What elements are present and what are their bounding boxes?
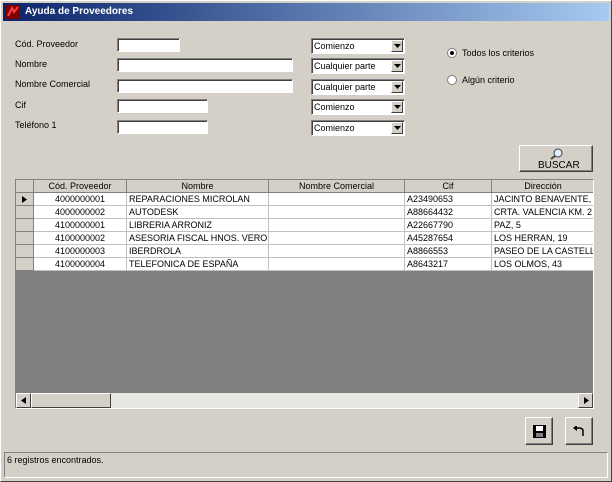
cell-direccion[interactable]: LOS HERRAN, 19 [492,232,593,245]
nombre-comercial-mode-select[interactable]: Cualquier parte [311,79,405,95]
cell-cif[interactable]: A45287654 [405,232,492,245]
row-indicator[interactable] [16,245,34,258]
window-title: Ayuda de Proveedores [25,6,134,17]
cell-nombre-comercial[interactable] [269,219,405,232]
radio-any-criteria[interactable] [447,75,457,85]
row-indicator[interactable] [16,219,34,232]
cod-proveedor-mode-value: Comienzo [314,41,355,51]
cell-cif[interactable]: A22667790 [405,219,492,232]
column-header-nombre[interactable]: Nombre [127,180,269,193]
undo-button[interactable] [565,417,593,445]
chevron-down-icon[interactable] [391,60,403,72]
nombre-mode-value: Cualquier parte [314,61,376,71]
status-text: 6 registros encontrados. [7,455,104,465]
cell-nombre[interactable]: AUTODESK [127,206,269,219]
cell-cif[interactable]: A88664432 [405,206,492,219]
cell-direccion[interactable]: CRTA. VALENCIA KM. 2 [492,206,593,219]
cell-direccion[interactable]: PASEO DE LA CASTELLANA [492,245,593,258]
radio-any-criteria-label: Algún criterio [462,75,515,85]
row-indicator[interactable] [16,258,34,271]
cell-direccion[interactable]: PAZ, 5 [492,219,593,232]
cell-cod[interactable]: 4100000002 [34,232,127,245]
radio-all-criteria[interactable] [447,48,457,58]
cod-proveedor-label: Cód. Proveedor [15,39,79,49]
current-row-arrow-icon [22,196,27,203]
scroll-left-button[interactable] [16,393,31,408]
cell-nombre[interactable]: REPARACIONES MICROLAN [127,193,269,206]
cif-label: Cif [15,100,26,110]
cell-cod[interactable]: 4100000003 [34,245,127,258]
column-header-cod[interactable]: Cód. Proveedor [34,180,127,193]
search-button[interactable]: BUSCAR [519,145,593,172]
cif-mode-select[interactable]: Comienzo [311,99,405,115]
chevron-down-icon[interactable] [391,122,403,134]
cell-nombre-comercial[interactable] [269,232,405,245]
radio-selected-dot [450,51,454,55]
telefono-input[interactable] [117,120,208,134]
chevron-right-icon [584,397,589,404]
dialog-window: Ayuda de Proveedores Cód. Proveedor Comi… [0,0,612,482]
cif-input[interactable] [117,99,208,113]
cell-nombre-comercial[interactable] [269,193,405,206]
cell-cod[interactable]: 4100000004 [34,258,127,271]
save-button[interactable] [525,417,553,445]
cell-nombre[interactable]: ASESORIA FISCAL HNOS. VERO [127,232,269,245]
nombre-label: Nombre [15,59,48,69]
nombre-comercial-label: Nombre Comercial [15,79,91,89]
scroll-right-button[interactable] [578,393,593,408]
search-button-label: BUSCAR [538,160,580,171]
app-logo-icon [6,5,20,19]
row-indicator[interactable] [16,193,34,206]
cif-mode-value: Comienzo [314,102,355,112]
cell-direccion[interactable]: LOS OLMOS, 43 [492,258,593,271]
chevron-down-icon[interactable] [391,40,403,52]
cell-nombre-comercial[interactable] [269,258,405,271]
cell-direccion[interactable]: JACINTO BENAVENTE, 12 [492,193,593,206]
undo-icon [573,426,584,436]
status-bar: 6 registros encontrados. [4,452,608,478]
cell-cif[interactable]: A8866553 [405,245,492,258]
column-header-direccion[interactable]: Dirección [492,180,593,193]
cell-nombre-comercial[interactable] [269,245,405,258]
cell-nombre[interactable]: TELEFONICA DE ESPAÑA [127,258,269,271]
title-bar[interactable]: Ayuda de Proveedores [3,3,609,21]
results-grid[interactable]: Cód. Proveedor Nombre Nombre Comercial C… [15,179,594,409]
cell-cod[interactable]: 4100000001 [34,219,127,232]
chevron-down-icon[interactable] [391,101,403,113]
row-indicator-header [16,180,34,193]
horizontal-scrollbar[interactable] [16,393,593,408]
cod-proveedor-input[interactable] [117,38,180,52]
nombre-mode-select[interactable]: Cualquier parte [311,58,405,74]
row-indicator[interactable] [16,206,34,219]
nombre-comercial-input[interactable] [117,79,293,93]
telefono-label: Teléfono 1 [15,120,57,130]
save-icon [533,425,546,438]
nombre-comercial-mode-value: Cualquier parte [314,82,376,92]
cell-nombre-comercial[interactable] [269,206,405,219]
column-header-nombre-comercial[interactable]: Nombre Comercial [269,180,405,193]
cell-cod[interactable]: 4000000001 [34,193,127,206]
cell-cif[interactable]: A8643217 [405,258,492,271]
radio-all-criteria-label: Todos los criterios [462,48,535,58]
row-indicator[interactable] [16,232,34,245]
chevron-left-icon [21,397,26,404]
cell-cod[interactable]: 4000000002 [34,206,127,219]
nombre-input[interactable] [117,58,293,72]
cell-cif[interactable]: A23490653 [405,193,492,206]
chevron-down-icon[interactable] [391,81,403,93]
cod-proveedor-mode-select[interactable]: Comienzo [311,38,405,54]
magnifier-icon [550,148,563,160]
column-header-cif[interactable]: Cif [405,180,492,193]
cell-nombre[interactable]: IBERDROLA [127,245,269,258]
scroll-thumb[interactable] [31,393,111,408]
telefono-mode-value: Comienzo [314,123,355,133]
cell-nombre[interactable]: LIBRERIA ARRONIZ [127,219,269,232]
telefono-mode-select[interactable]: Comienzo [311,120,405,136]
